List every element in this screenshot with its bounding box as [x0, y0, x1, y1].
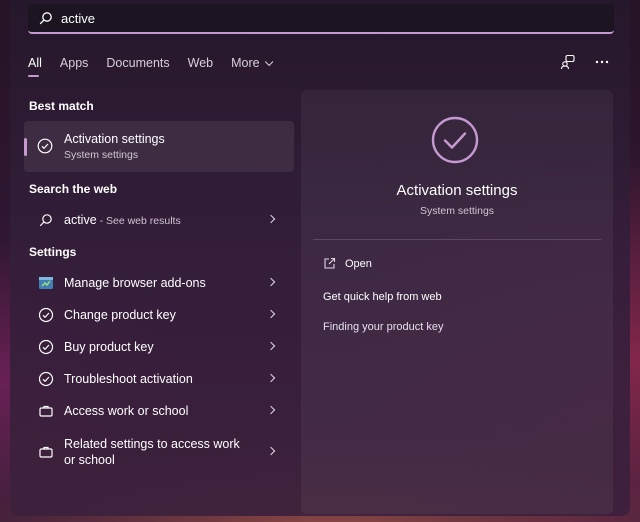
- browser-addons-icon: [38, 275, 54, 291]
- settings-item-buy-product-key[interactable]: Buy product key: [24, 332, 294, 362]
- settings-item-related-work-school[interactable]: Related settings to access work or schoo…: [24, 436, 294, 470]
- filter-tabs: All Apps Documents Web More: [28, 54, 288, 77]
- search-icon: [38, 212, 54, 228]
- chevron-right-icon: [266, 405, 276, 415]
- open-button[interactable]: Open: [323, 257, 372, 270]
- briefcase-icon: [38, 444, 54, 460]
- search-icon: [39, 11, 53, 25]
- check-circle-icon: [37, 138, 53, 154]
- tab-documents[interactable]: Documents: [106, 54, 169, 74]
- settings-item-label: Manage browser add-ons: [64, 276, 206, 290]
- search-box[interactable]: [28, 4, 614, 34]
- preview-pane: Activation settings System settings Open…: [301, 90, 613, 514]
- open-label: Open: [345, 258, 372, 270]
- chevron-right-icon: [266, 446, 276, 456]
- settings-heading: Settings: [29, 245, 77, 259]
- preview-title: Activation settings: [396, 182, 518, 199]
- best-match-heading: Best match: [29, 99, 94, 113]
- settings-item-label: Access work or school: [64, 404, 189, 418]
- web-result-label: active - See web results: [64, 213, 181, 227]
- tab-more[interactable]: More: [231, 54, 273, 74]
- best-match-subtitle: System settings: [64, 149, 139, 161]
- check-circle-icon: [431, 116, 479, 164]
- chevron-right-icon: [266, 373, 276, 383]
- check-circle-icon: [38, 339, 54, 355]
- settings-item-troubleshoot-activation[interactable]: Troubleshoot activation: [24, 364, 294, 394]
- settings-item-label: Buy product key: [64, 340, 154, 354]
- chevron-right-icon: [266, 341, 276, 351]
- chevron-right-icon: [266, 214, 276, 224]
- web-result-suffix: - See web results: [96, 215, 181, 227]
- search-input[interactable]: [61, 10, 561, 26]
- settings-item-access-work-school[interactable]: Access work or school: [24, 396, 294, 426]
- settings-item-browser-addons[interactable]: Manage browser add-ons: [24, 268, 294, 298]
- account-switch-icon[interactable]: [560, 54, 576, 70]
- search-web-heading: Search the web: [29, 182, 118, 196]
- settings-item-label: Related settings to access work or schoo…: [64, 437, 240, 467]
- chevron-down-icon: [264, 57, 273, 67]
- check-circle-icon: [38, 371, 54, 387]
- settings-item-label: Troubleshoot activation: [64, 372, 193, 386]
- web-result-query: active: [64, 213, 97, 227]
- tab-more-label: More: [231, 56, 260, 70]
- tab-web[interactable]: Web: [188, 54, 213, 74]
- top-icons: [542, 54, 610, 70]
- settings-item-label: Change product key: [64, 308, 176, 322]
- tab-all[interactable]: All: [28, 54, 42, 77]
- more-options-icon[interactable]: [594, 54, 610, 70]
- web-result-item[interactable]: active - See web results: [24, 205, 294, 235]
- finding-product-key-link[interactable]: Finding your product key: [323, 321, 443, 333]
- check-circle-icon: [38, 307, 54, 323]
- selection-indicator: [24, 138, 27, 156]
- chevron-right-icon: [266, 309, 276, 319]
- best-match-title: Activation settings: [64, 132, 165, 146]
- best-match-item[interactable]: Activation settings System settings: [24, 121, 294, 172]
- chevron-right-icon: [266, 277, 276, 287]
- briefcase-icon: [38, 403, 54, 419]
- divider: [313, 239, 601, 240]
- settings-item-change-product-key[interactable]: Change product key: [24, 300, 294, 330]
- tab-apps[interactable]: Apps: [60, 54, 89, 74]
- quick-help-heading: Get quick help from web: [323, 291, 442, 303]
- open-external-icon: [323, 257, 336, 270]
- preview-subtitle: System settings: [419, 205, 495, 217]
